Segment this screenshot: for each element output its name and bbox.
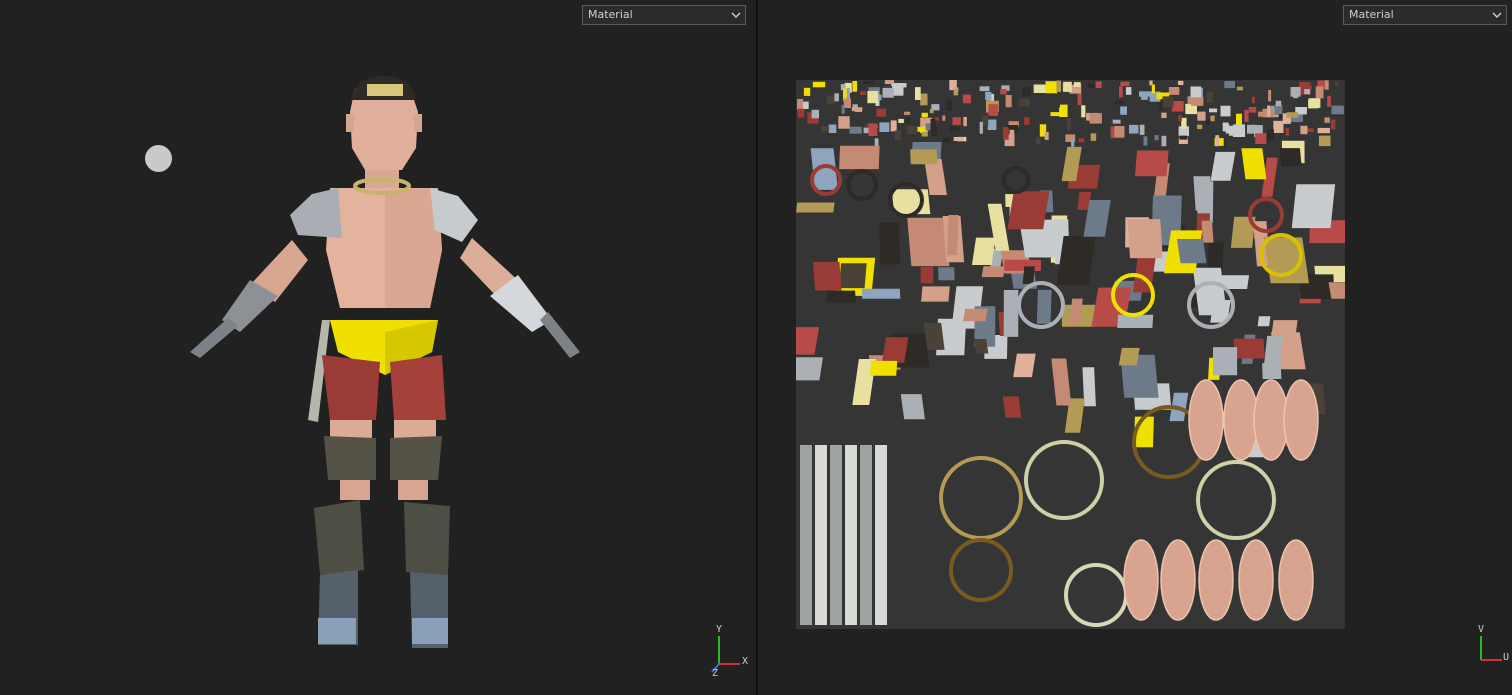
uv-axis-gizmo: V U [1472,622,1512,682]
axis-x-label: X [742,656,749,667]
3d-viewport[interactable]: Material Y X Z [0,0,756,695]
uv-viewport[interactable]: Material V U [758,0,1512,695]
shading-mode-dropdown[interactable]: Material [582,5,746,25]
chevron-down-icon [1492,12,1502,18]
axis-v-label: V [1478,624,1485,635]
light-gizmo[interactable] [145,145,172,172]
character-model [190,76,580,648]
axis-y-label: Y [716,624,723,635]
chevron-down-icon [731,12,741,18]
axis-z-label: Z [712,668,719,679]
shading-mode-dropdown-uv[interactable]: Material [1343,5,1507,25]
shading-mode-value-uv: Material [1349,8,1394,21]
uv-texture-atlas [796,80,1345,629]
shading-mode-value: Material [588,8,633,21]
axis-u-label: U [1503,652,1510,663]
axis-gizmo: Y X Z [706,622,756,682]
